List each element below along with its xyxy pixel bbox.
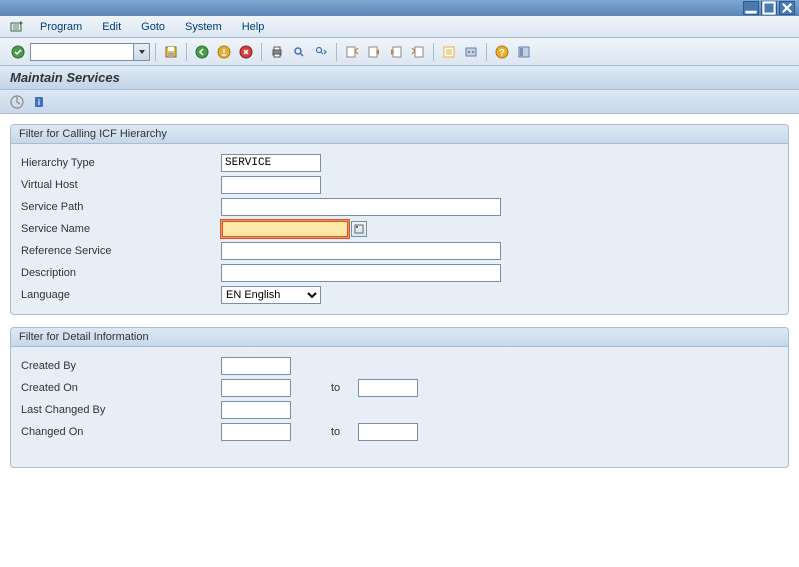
created-by-label: Created By xyxy=(21,360,221,372)
close-button[interactable] xyxy=(779,1,795,15)
created-on-label: Created On xyxy=(21,382,221,394)
language-select[interactable]: EN English xyxy=(221,286,321,304)
window-titlebar xyxy=(0,0,799,16)
content-area: Filter for Calling ICF Hierarchy Hierarc… xyxy=(0,114,799,490)
execute-button[interactable] xyxy=(8,93,26,111)
service-path-label: Service Path xyxy=(21,201,221,213)
svg-text:?: ? xyxy=(499,47,505,57)
find-next-button[interactable] xyxy=(311,42,331,62)
minimize-button[interactable] xyxy=(743,1,759,15)
shortcut-button[interactable] xyxy=(461,42,481,62)
filter-detail-groupbox: Filter for Detail Information Created By… xyxy=(10,327,789,468)
help-button[interactable]: ? xyxy=(492,42,512,62)
last-page-button[interactable] xyxy=(408,42,428,62)
virtual-host-input[interactable] xyxy=(221,176,321,194)
groupbox-title: Filter for Detail Information xyxy=(11,328,788,347)
cancel-button[interactable] xyxy=(236,42,256,62)
service-name-input[interactable] xyxy=(221,220,349,238)
toolbar-separator xyxy=(336,43,337,61)
last-changed-by-label: Last Changed By xyxy=(21,404,221,416)
menu-system[interactable]: System xyxy=(175,21,232,33)
exit-button[interactable] xyxy=(214,42,234,62)
description-input[interactable] xyxy=(221,264,501,282)
prev-page-button[interactable] xyxy=(364,42,384,62)
toolbar-separator xyxy=(261,43,262,61)
enter-button[interactable] xyxy=(8,42,28,62)
changed-on-from-input[interactable] xyxy=(221,423,291,441)
app-toolbar: i xyxy=(0,90,799,114)
maximize-button[interactable] xyxy=(761,1,777,15)
page-title: Maintain Services xyxy=(0,66,799,90)
info-button[interactable]: i xyxy=(30,93,48,111)
service-name-label: Service Name xyxy=(21,223,221,235)
f4-help-button[interactable] xyxy=(351,221,367,237)
created-on-to-input[interactable] xyxy=(358,379,418,397)
menu-edit[interactable]: Edit xyxy=(92,21,131,33)
changed-on-label: Changed On xyxy=(21,426,221,438)
description-label: Description xyxy=(21,267,221,279)
groupbox-title: Filter for Calling ICF Hierarchy xyxy=(11,125,788,144)
svg-text:i: i xyxy=(38,98,40,107)
filter-icf-groupbox: Filter for Calling ICF Hierarchy Hierarc… xyxy=(10,124,789,315)
to-label: to xyxy=(331,382,340,394)
layout-button[interactable] xyxy=(514,42,534,62)
reference-service-label: Reference Service xyxy=(21,245,221,257)
find-button[interactable] xyxy=(289,42,309,62)
hierarchy-type-input[interactable] xyxy=(221,154,321,172)
virtual-host-label: Virtual Host xyxy=(21,179,221,191)
toolbar-separator xyxy=(433,43,434,61)
menu-bar: Program Edit Goto System Help xyxy=(0,16,799,38)
new-session-button[interactable] xyxy=(439,42,459,62)
back-button[interactable] xyxy=(192,42,212,62)
menu-help[interactable]: Help xyxy=(232,21,275,33)
first-page-button[interactable] xyxy=(342,42,362,62)
save-button[interactable] xyxy=(161,42,181,62)
menu-command-icon[interactable] xyxy=(8,19,24,35)
created-by-input[interactable] xyxy=(221,357,291,375)
toolbar-separator xyxy=(155,43,156,61)
to-label: to xyxy=(331,426,340,438)
reference-service-input[interactable] xyxy=(221,242,501,260)
changed-on-to-input[interactable] xyxy=(358,423,418,441)
created-on-from-input[interactable] xyxy=(221,379,291,397)
next-page-button[interactable] xyxy=(386,42,406,62)
menu-goto[interactable]: Goto xyxy=(131,21,175,33)
print-button[interactable] xyxy=(267,42,287,62)
menu-program[interactable]: Program xyxy=(30,21,92,33)
hierarchy-type-label: Hierarchy Type xyxy=(21,157,221,169)
last-changed-by-input[interactable] xyxy=(221,401,291,419)
chevron-down-icon[interactable] xyxy=(133,44,149,60)
toolbar-separator xyxy=(486,43,487,61)
standard-toolbar: ? xyxy=(0,38,799,66)
toolbar-separator xyxy=(186,43,187,61)
language-label: Language xyxy=(21,289,221,301)
service-path-input[interactable] xyxy=(221,198,501,216)
command-field[interactable] xyxy=(30,43,150,61)
